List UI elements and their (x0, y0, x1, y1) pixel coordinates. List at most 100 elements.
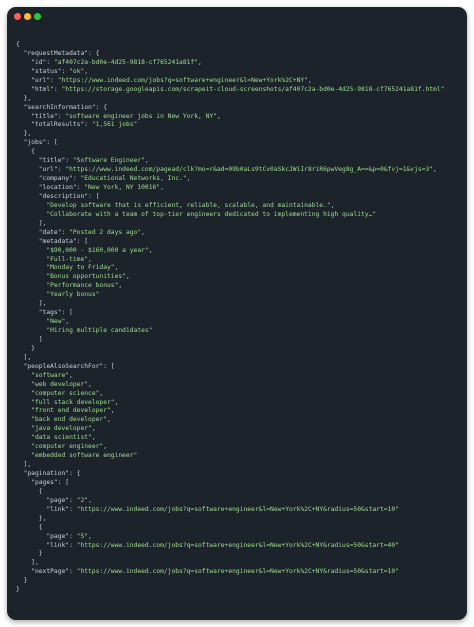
json-string-value: "data scientist" (31, 434, 92, 442)
code-punctuation (16, 264, 46, 271)
code-punctuation: , (160, 184, 164, 191)
code-punctuation (16, 381, 31, 388)
code-punctuation (16, 470, 24, 477)
maximize-window-dot[interactable] (34, 13, 41, 20)
code-punctuation (16, 443, 31, 450)
code-punctuation (16, 273, 46, 280)
code-line: "html": "https://storage.googleapis.com/… (16, 86, 444, 95)
json-string-value: "Full-time" (46, 255, 89, 263)
code-line: "back end developer", (16, 416, 444, 425)
code-punctuation (16, 506, 46, 513)
json-key: "page" (46, 532, 70, 540)
json-string-value: "Posted 2 days ago" (69, 228, 142, 236)
json-key: "company" (38, 175, 73, 183)
code-punctuation: : [ (57, 478, 70, 486)
minimize-window-dot[interactable] (24, 13, 31, 20)
code-punctuation (16, 479, 31, 486)
code-line: "pages": [ (16, 479, 444, 488)
code-line: } (16, 345, 444, 354)
json-key: "url" (31, 76, 51, 84)
code-punctuation: , (307, 76, 312, 84)
code-punctuation: : (46, 58, 54, 66)
code-line: "computer science", (16, 390, 444, 399)
code-punctuation: , (148, 246, 153, 254)
code-punctuation (16, 256, 46, 263)
code-line: "jobs": [ (16, 139, 444, 148)
code-punctuation: , (110, 407, 115, 415)
json-key: "peopleAlsoSearchFor" (23, 362, 104, 370)
json-string-value: "https://www.indeed.com/pagead/clk?mo=r&… (65, 166, 434, 174)
code-punctuation (16, 542, 46, 549)
code-punctuation (16, 166, 39, 173)
code-punctuation: , (103, 443, 107, 451)
json-key: "page" (46, 496, 70, 504)
code-line: "location": "New York, NY 10016", (16, 184, 444, 193)
code-punctuation: : (84, 121, 92, 129)
code-punctuation: ], (16, 559, 39, 567)
json-key: "requestMetadata" (23, 49, 89, 57)
code-punctuation: }, (16, 94, 32, 102)
json-string-value: "https://storage.googleapis.com/scrapeit… (61, 85, 445, 93)
json-string-value: "Performance bonus" (46, 282, 119, 290)
json-key: "jobs" (23, 139, 47, 147)
code-line: "url": "https://www.indeed.com/pagead/cl… (16, 166, 444, 175)
code-line: "data scientist", (16, 434, 444, 443)
code-punctuation (16, 86, 31, 93)
code-punctuation: : (65, 157, 73, 165)
code-punctuation (16, 282, 46, 289)
code-punctuation: , (69, 371, 73, 379)
code-punctuation (16, 363, 24, 370)
json-string-value: "Bonus opportunities" (46, 273, 126, 281)
code-line: { (16, 148, 444, 157)
code-punctuation (16, 59, 31, 66)
code-line: "nextPage": "https://www.indeed.com/jobs… (16, 568, 444, 577)
json-string-value: "full stack developer" (31, 398, 115, 406)
code-punctuation: , (118, 282, 123, 290)
code-punctuation: { (16, 487, 43, 495)
json-string-value: "https://www.indeed.com/jobs?q=software+… (76, 568, 399, 576)
code-punctuation: ], (16, 300, 47, 308)
json-key: "id" (31, 58, 47, 66)
json-string-value: "Monday to Friday" (46, 264, 115, 272)
code-line: "requestMetadata": { (16, 50, 444, 59)
code-line: ], (16, 300, 444, 309)
json-key: "date" (38, 228, 62, 236)
code-line: "web developer", (16, 381, 444, 390)
code-punctuation (16, 211, 46, 218)
code-line: "Bonus opportunities", (16, 273, 444, 282)
code-punctuation: { (16, 523, 43, 531)
close-window-dot[interactable] (14, 13, 21, 20)
code-punctuation: }, (16, 130, 32, 138)
code-punctuation (16, 434, 31, 441)
code-punctuation (16, 77, 31, 84)
code-punctuation (16, 139, 24, 146)
code-line: "page": "2", (16, 497, 444, 506)
code-punctuation: : [ (61, 309, 73, 317)
code-punctuation: : (69, 505, 77, 513)
code-line: { (16, 41, 444, 50)
json-string-value: "New York, NY 10016" (84, 184, 161, 191)
code-line: "full stack developer", (16, 399, 444, 408)
code-punctuation (16, 157, 39, 164)
code-punctuation: , (125, 273, 130, 281)
code-window: { "requestMetadata": { "id": "af407c2a-b… (7, 7, 467, 620)
code-punctuation (16, 104, 24, 111)
json-key: "html" (31, 85, 54, 93)
json-string-value: "1,561 jobs" (91, 121, 138, 129)
json-string-value: "Yearly bonus" (46, 291, 100, 299)
json-key: "link" (46, 541, 70, 549)
json-string-value: "https://www.indeed.com/jobs?q=software+… (76, 541, 399, 549)
code-punctuation: } (16, 586, 20, 594)
code-punctuation (16, 247, 46, 254)
code-line: "front end developer", (16, 407, 444, 416)
code-line: "Monday to Friday", (16, 264, 444, 273)
window-titlebar (7, 7, 467, 27)
code-punctuation: : [ (46, 139, 58, 147)
code-punctuation: , (216, 112, 221, 120)
code-line: "Develop software that is efficient, rel… (16, 202, 444, 211)
code-punctuation: : (50, 76, 58, 84)
code-line: "Yearly bonus" (16, 291, 444, 300)
code-punctuation: ], (16, 219, 47, 227)
code-line: "java developer", (16, 425, 444, 434)
json-string-value: "$90,000 - $160,000 a year" (46, 246, 149, 254)
